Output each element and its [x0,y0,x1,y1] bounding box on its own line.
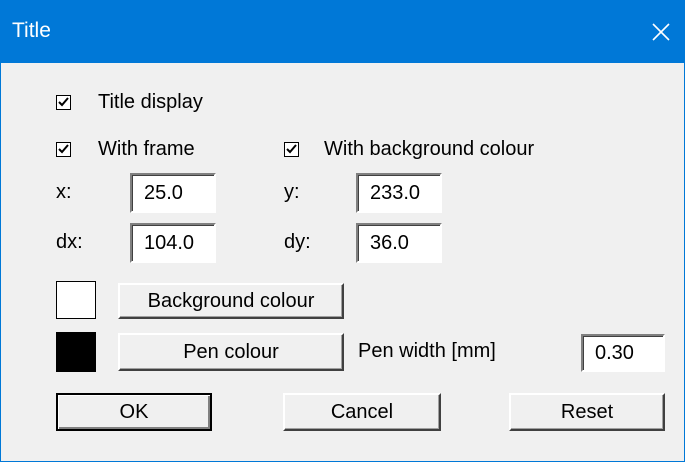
y-input[interactable] [356,173,442,213]
dx-label: dx: [56,231,83,253]
title-dialog: Title Title display With frame With back… [0,0,685,462]
reset-button[interactable]: Reset [509,393,665,431]
checkmark-icon [58,144,69,154]
x-label: x: [56,181,72,203]
title-display-label: Title display [98,91,203,113]
dy-label: dy: [284,231,311,253]
checkmark-icon [58,97,69,107]
pen-width-label: Pen width [mm] [358,340,496,362]
pen-width-input[interactable] [581,334,665,372]
with-frame-label: With frame [98,138,195,160]
dialog-body: Title display With frame With background… [1,63,684,461]
cancel-button[interactable]: Cancel [283,393,441,431]
pen-colour-swatch [56,332,96,372]
with-background-colour-label: With background colour [324,138,535,160]
window-title: Title [12,19,51,42]
checkmark-icon [286,144,297,154]
title-display-checkbox[interactable] [56,95,71,110]
y-label: y: [284,181,300,203]
close-button[interactable] [638,1,684,63]
with-background-colour-checkbox[interactable] [284,142,299,157]
title-bar: Title [1,1,684,63]
with-frame-checkbox[interactable] [56,142,71,157]
x-input[interactable] [130,173,216,213]
dy-input[interactable] [356,223,442,263]
close-icon [652,23,670,41]
pen-colour-button[interactable]: Pen colour [118,333,344,371]
ok-button[interactable]: OK [56,393,212,431]
background-colour-swatch [56,281,96,319]
dx-input[interactable] [130,223,216,263]
background-colour-button[interactable]: Background colour [118,283,344,319]
